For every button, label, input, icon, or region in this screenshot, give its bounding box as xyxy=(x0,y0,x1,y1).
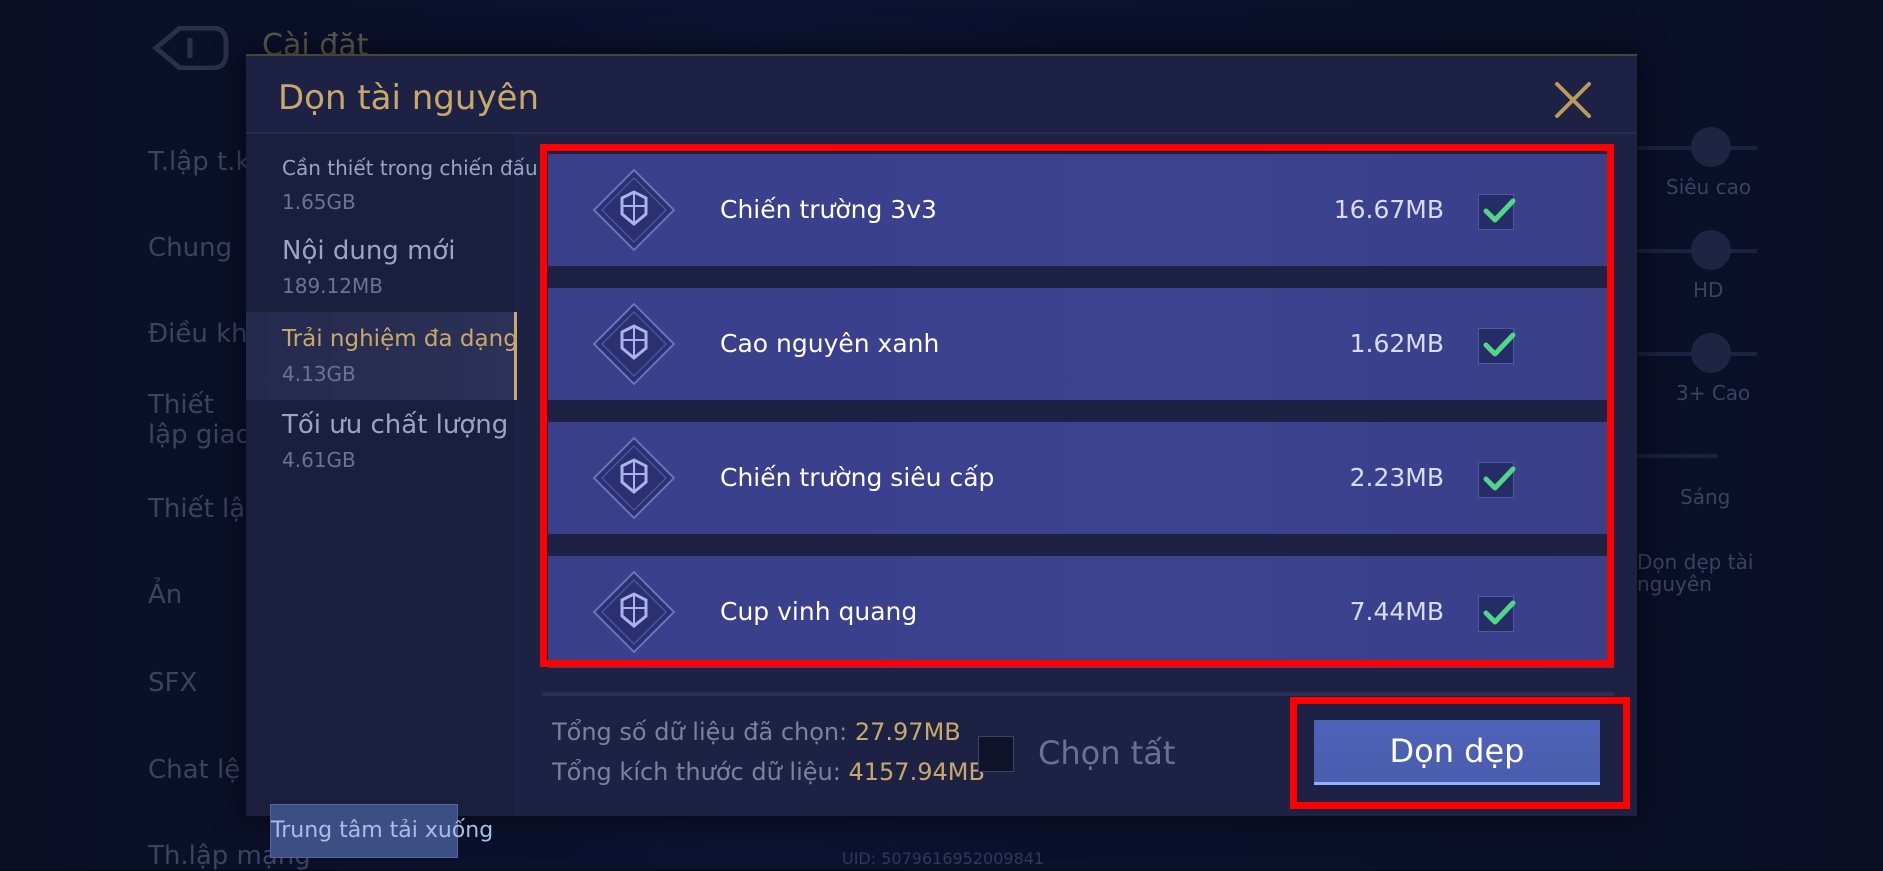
select-all-label[interactable]: Chọn tất xyxy=(1038,734,1175,772)
bg-slider-track xyxy=(1637,454,1717,458)
resource-row[interactable]: Chiến trường siêu cấp 2.23MB xyxy=(548,422,1614,534)
category-size: 4.13GB xyxy=(282,362,356,386)
select-all-checkbox[interactable] xyxy=(978,736,1014,772)
resource-package-icon xyxy=(592,570,676,654)
selected-data-label: Tổng số dữ liệu đã chọn: xyxy=(552,718,848,746)
category-new-content[interactable]: Nội dung mới 189.12MB xyxy=(246,224,514,312)
bg-brightness-label: Sáng xyxy=(1680,485,1731,509)
resource-checkbox[interactable] xyxy=(1478,194,1516,230)
total-data-label: Tổng kích thước dữ liệu: xyxy=(552,758,841,786)
bg-slider-knob xyxy=(1691,333,1731,373)
resource-name: Cao nguyên xanh xyxy=(720,329,940,358)
download-center-button[interactable]: Trung tâm tải xuống xyxy=(270,804,493,858)
category-label: Trải nghiệm đa dạng xyxy=(282,326,518,352)
category-size: 1.65GB xyxy=(282,190,356,214)
bg-resolution-label: HD xyxy=(1693,278,1724,302)
selected-data-summary: Tổng số dữ liệu đã chọn: 27.97MB xyxy=(552,718,961,746)
checkmark-icon xyxy=(1483,466,1516,491)
category-label: Cần thiết trong chiến đấu xyxy=(282,156,538,180)
list-scrollbar[interactable] xyxy=(542,692,1614,696)
bg-quality-label: Siêu cao xyxy=(1666,175,1752,199)
bg-nav-item-settings: Thiết lập xyxy=(148,494,262,524)
resource-name: Chiến trường siêu cấp xyxy=(720,463,995,492)
back-arrow-icon xyxy=(152,26,229,70)
bg-slider-knob xyxy=(1691,127,1731,167)
bg-clean-resources-label: Dọn dẹp tài nguyên xyxy=(1637,550,1754,596)
resource-row[interactable]: Chiến trường 3v3 16.67MB xyxy=(548,154,1614,266)
bg-slider-knob xyxy=(1691,230,1731,270)
checkmark-icon xyxy=(1483,332,1516,357)
bg-nav-item-general: Chung xyxy=(148,233,233,263)
category-size: 4.61GB xyxy=(282,448,356,472)
resource-row[interactable]: Cup vinh quang 7.44MB xyxy=(548,556,1614,668)
total-data-summary: Tổng kích thước dữ liệu: 4157.94MB xyxy=(552,758,985,786)
category-size: 189.12MB xyxy=(282,274,383,298)
resource-size: 1.62MB xyxy=(1349,329,1444,358)
category-diverse-experience[interactable]: Trải nghiệm đa dạng 4.13GB xyxy=(246,312,518,400)
category-label: Tối ưu chất lượng xyxy=(282,410,509,440)
resource-checkbox[interactable] xyxy=(1478,462,1516,498)
clean-button[interactable]: Dọn dẹp xyxy=(1314,720,1600,785)
bg-nav-item-interface: Thiết lập giao diện xyxy=(148,390,252,452)
category-label: Nội dung mới xyxy=(282,236,456,266)
resource-list: Chiến trường 3v3 16.67MB Cao nguyên xanh… xyxy=(548,144,1614,668)
resource-name: Chiến trường 3v3 xyxy=(720,195,937,224)
resource-size: 7.44MB xyxy=(1349,597,1444,626)
bg-nav-item-sfx: SFX xyxy=(148,668,198,698)
category-sidebar: Cần thiết trong chiến đấu 1.65GB Nội dun… xyxy=(246,134,538,858)
resource-package-icon xyxy=(592,168,676,252)
resource-size: 16.67MB xyxy=(1333,195,1444,224)
resource-size: 2.23MB xyxy=(1349,463,1444,492)
bg-nav-item-display: Ản xyxy=(148,580,183,610)
selected-data-value: 27.97MB xyxy=(854,718,961,746)
resource-name: Cup vinh quang xyxy=(720,597,918,626)
resource-row[interactable]: Cao nguyên xanh 1.62MB xyxy=(548,288,1614,400)
bg-nav-item-chat: Chat lệ xyxy=(148,755,241,785)
resource-package-icon xyxy=(592,436,676,520)
category-quality-optimization[interactable]: Tối ưu chất lượng 4.61GB xyxy=(246,400,514,488)
resource-checkbox[interactable] xyxy=(1478,596,1516,632)
dialog-title: Dọn tài nguyên xyxy=(278,78,540,118)
close-icon[interactable] xyxy=(1553,80,1593,120)
bg-fps-label: 3+ Cao xyxy=(1676,381,1751,405)
checkmark-icon xyxy=(1483,198,1516,223)
uid-label: UID: 5079616952009841 xyxy=(842,849,1045,868)
total-data-value: 4157.94MB xyxy=(848,758,985,786)
checkmark-icon xyxy=(1483,600,1516,625)
category-combat-essential[interactable]: Cần thiết trong chiến đấu 1.65GB xyxy=(246,134,538,224)
resource-package-icon xyxy=(592,302,676,386)
resource-checkbox[interactable] xyxy=(1478,328,1516,364)
